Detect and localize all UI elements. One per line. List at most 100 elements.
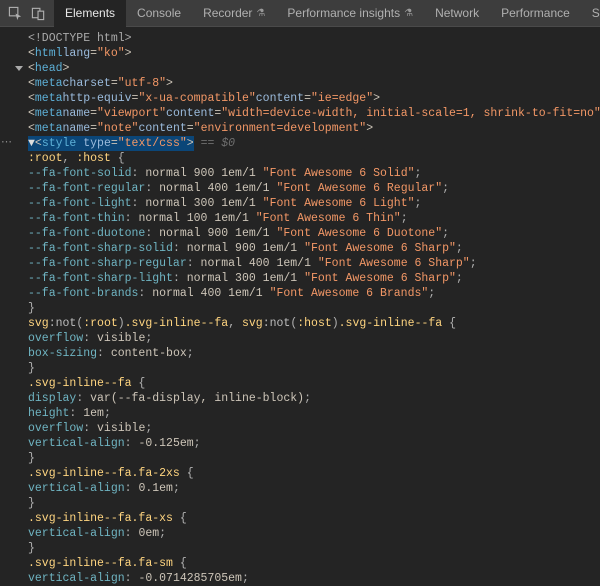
attr-value: "environment=development" — [194, 121, 367, 136]
meta-tag[interactable]: meta — [35, 121, 63, 136]
breakpoint-dots-icon[interactable]: ⋯ — [0, 136, 14, 151]
tab-label: Network — [435, 6, 479, 20]
css-value: normal 900 1em/1 — [145, 166, 262, 181]
css-prop: vertical-align — [28, 571, 125, 586]
css-prop: --fa-font-sharp-light — [28, 271, 173, 286]
css-string: "Font Awesome 6 Sharp" — [318, 256, 470, 271]
css-selector: .svg-inline--fa.fa-xs — [28, 511, 173, 526]
css-prop: --fa-font-brands — [28, 286, 138, 301]
css-prop: --fa-font-regular — [28, 181, 145, 196]
css-prop: overflow — [28, 421, 83, 436]
css-value: normal 400 1em/1 — [159, 181, 276, 196]
css-value: visible — [97, 421, 145, 436]
css-prop: overflow — [28, 331, 83, 346]
attr-value: "ko" — [97, 46, 125, 61]
css-selector: svg — [28, 316, 49, 331]
css-prop: vertical-align — [28, 436, 125, 451]
css-prop: vertical-align — [28, 481, 125, 496]
css-value: content-box — [111, 346, 187, 361]
attr: name — [63, 106, 91, 121]
tab-recorder[interactable]: Recorder ⚗ — [192, 0, 276, 27]
css-value: normal 400 1em/1 — [152, 286, 269, 301]
tab-sources[interactable]: Source — [581, 0, 600, 27]
expand-arrow-icon[interactable] — [14, 61, 28, 76]
css-prop: --fa-font-thin — [28, 211, 125, 226]
css-value: visible — [97, 331, 145, 346]
attr: content — [166, 106, 214, 121]
tab-elements[interactable]: Elements — [54, 0, 126, 27]
css-prop: --fa-font-solid — [28, 166, 132, 181]
device-toggle-icon[interactable] — [31, 6, 46, 21]
css-string: "Font Awesome 6 Regular" — [276, 181, 442, 196]
css-value: var(--fa-display, inline-block) — [90, 391, 304, 406]
tab-label: Performance — [501, 6, 570, 20]
css-string: "Font Awesome 6 Duotone" — [276, 226, 442, 241]
css-prop: --fa-font-light — [28, 196, 132, 211]
flask-icon: ⚗ — [404, 8, 413, 19]
tab-console[interactable]: Console — [126, 0, 192, 27]
attr: content — [256, 91, 304, 106]
css-value: normal 400 1em/1 — [201, 256, 318, 271]
tab-label: Recorder — [203, 6, 252, 20]
css-prop: --fa-font-sharp-solid — [28, 241, 173, 256]
meta-tag[interactable]: meta — [35, 76, 63, 91]
css-value: 0.1em — [138, 481, 173, 496]
brace: } — [28, 451, 35, 466]
meta-tag[interactable]: meta — [35, 106, 63, 121]
devtools-tabbar: Elements Console Recorder ⚗ Performance i… — [0, 0, 600, 27]
css-value: normal 900 1em/1 — [159, 226, 276, 241]
brace: { — [111, 151, 125, 166]
html-tag[interactable]: html — [35, 46, 63, 61]
css-value: 1em — [83, 406, 104, 421]
style-tag[interactable]: style — [42, 137, 77, 150]
inspect-icon[interactable] — [8, 6, 23, 21]
flask-icon: ⚗ — [256, 8, 265, 19]
css-string: "Font Awesome 6 Thin" — [256, 211, 401, 226]
attr-value: "ie=edge" — [311, 91, 373, 106]
brace: } — [28, 541, 35, 556]
elements-dom-tree[interactable]: <!DOCTYPE html> <html lang="ko"> <head> … — [0, 27, 600, 586]
attr: charset — [63, 76, 111, 91]
doctype-node[interactable]: <!DOCTYPE html> — [28, 31, 132, 46]
attr: content — [138, 121, 186, 136]
css-value: -0.125em — [138, 436, 193, 451]
attr-value: "x-ua-compatible" — [138, 91, 255, 106]
tab-performance[interactable]: Performance — [490, 0, 581, 27]
css-prop: vertical-align — [28, 526, 125, 541]
attr: http-equiv — [63, 91, 132, 106]
tab-performance-insights[interactable]: Performance insights ⚗ — [276, 0, 424, 27]
css-value: normal 300 1em/1 — [145, 196, 262, 211]
css-value: normal 100 1em/1 — [138, 211, 255, 226]
attr-value: "note" — [97, 121, 138, 136]
meta-tag[interactable]: meta — [35, 91, 63, 106]
css-string: "Font Awesome 6 Sharp" — [304, 271, 456, 286]
brace: } — [28, 301, 35, 316]
selected-node-badge: == $0 — [194, 136, 235, 151]
css-string: "Font Awesome 6 Sharp" — [304, 241, 456, 256]
css-value: -0.0714285705em — [138, 571, 242, 586]
css-prop: height — [28, 406, 69, 421]
css-selector: .svg-inline--fa.fa-sm — [28, 556, 173, 571]
css-selector: .svg-inline--fa.fa-2xs — [28, 466, 180, 481]
css-string: "Font Awesome 6 Light" — [263, 196, 415, 211]
tab-label: Performance insights — [287, 6, 400, 20]
tab-network[interactable]: Network — [424, 0, 490, 27]
tab-label: Elements — [65, 6, 115, 20]
attr: type — [83, 137, 111, 150]
tab-label: Source — [592, 6, 600, 20]
css-prop: display — [28, 391, 76, 406]
attr: lang — [63, 46, 91, 61]
css-selector: :host — [76, 151, 111, 166]
css-prop: box-sizing — [28, 346, 97, 361]
css-value: 0em — [138, 526, 159, 541]
css-value: normal 300 1em/1 — [187, 271, 304, 286]
css-value: normal 900 1em/1 — [187, 241, 304, 256]
head-tag[interactable]: head — [35, 61, 63, 76]
css-prop: --fa-font-duotone — [28, 226, 145, 241]
attr-value: "text/css" — [118, 137, 187, 150]
tab-label: Console — [137, 6, 181, 20]
attr-value: "viewport" — [97, 106, 166, 121]
brace: } — [28, 361, 35, 376]
css-string: "Font Awesome 6 Brands" — [270, 286, 429, 301]
attr-value: "width=device-width, initial-scale=1, sh… — [221, 106, 600, 121]
